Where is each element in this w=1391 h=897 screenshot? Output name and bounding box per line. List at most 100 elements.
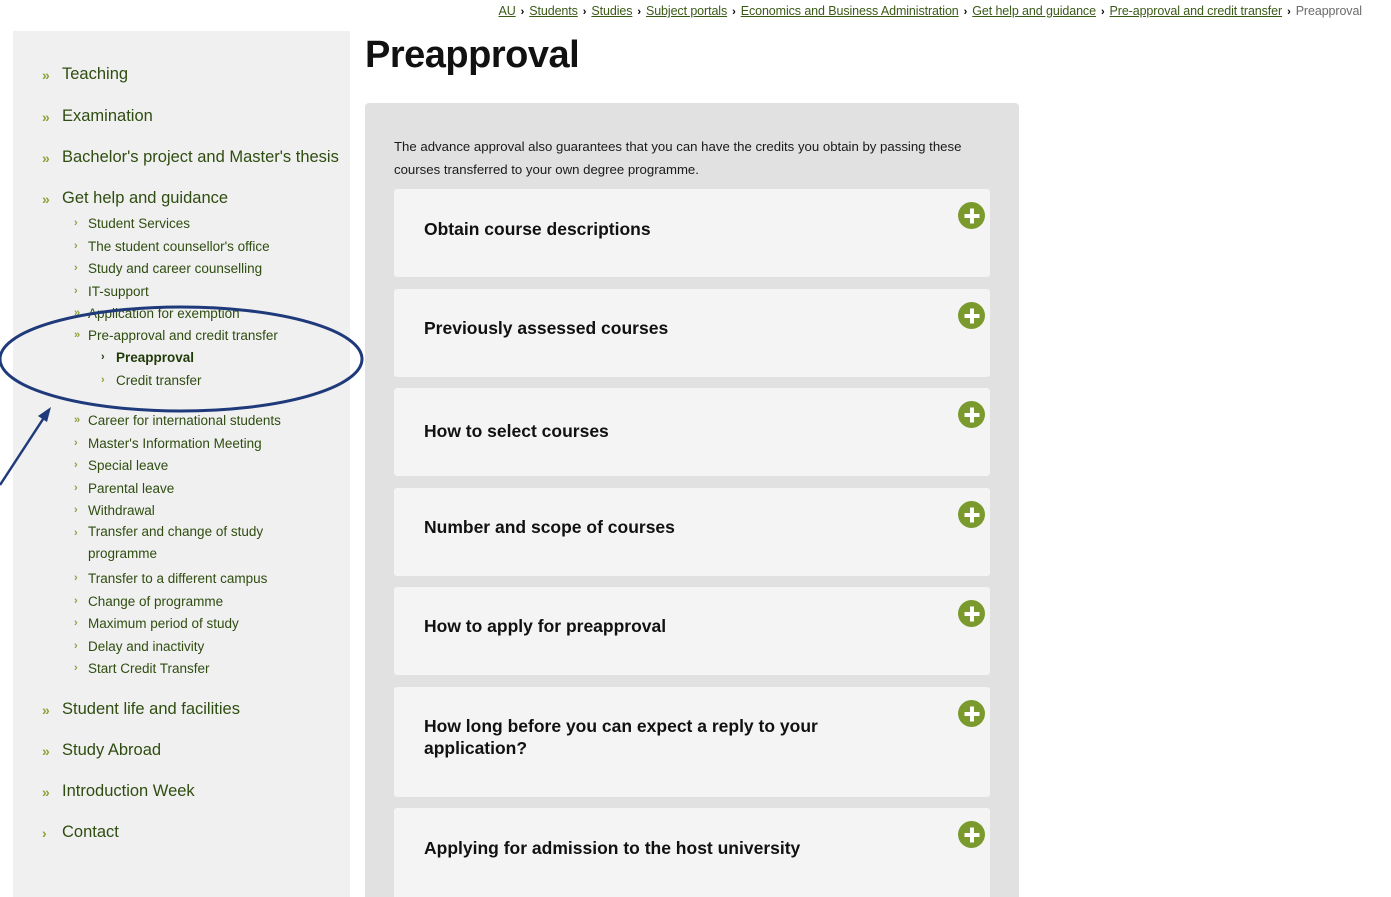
sidebar-item-label: Teaching — [62, 65, 129, 83]
sidebar-subitem-label: Parental leave — [88, 481, 175, 496]
accordion-title: How to select courses — [424, 421, 609, 441]
sidebar-subitem-transfer-change[interactable]: › Transfer and change of study programme — [74, 521, 288, 565]
sidebar-subitem-credit-transfer[interactable]: › Credit transfer — [101, 373, 202, 388]
sidebar-subitem-exemption[interactable]: » Application for exemption — [74, 306, 240, 321]
accordion-how-long-reply[interactable]: How long before you can expect a reply t… — [394, 687, 990, 797]
plus-circle-icon[interactable] — [958, 600, 985, 627]
sidebar-subitem-delay-inactivity[interactable]: › Delay and inactivity — [74, 639, 204, 654]
sidebar-subitem-maximum-period[interactable]: › Maximum period of study — [74, 616, 239, 631]
plus-circle-icon[interactable] — [958, 401, 985, 428]
sidebar-subitem-label: Study and career counselling — [88, 261, 263, 276]
accordion-previously-assessed[interactable]: Previously assessed courses — [394, 289, 990, 377]
sidebar-subitem-withdrawal[interactable]: › Withdrawal — [74, 503, 155, 518]
sidebar-item-examination[interactable]: » Examination — [42, 107, 153, 126]
sidebar-subitem-label: Application for exemption — [88, 306, 240, 321]
chevron-right-icon: › — [74, 640, 78, 652]
sidebar-item-label: Examination — [62, 107, 153, 125]
double-chevron-icon: » — [42, 149, 50, 166]
double-chevron-icon: » — [74, 329, 81, 341]
chevron-right-icon: › — [74, 617, 78, 629]
sidebar-item-introduction-week[interactable]: » Introduction Week — [42, 782, 195, 801]
sidebar-subitem-it-support[interactable]: › IT-support — [74, 284, 149, 299]
chevron-right-icon: › — [74, 572, 78, 584]
breadcrumb-link-subject-portals[interactable]: Subject portals — [646, 4, 727, 18]
accordion-applying-admission[interactable]: Applying for admission to the host unive… — [394, 808, 990, 897]
sidebar-subitem-label: Special leave — [88, 458, 169, 473]
sidebar-subitem-career-international[interactable]: » Career for international students — [74, 413, 281, 428]
accordion-title: How long before you can expect a reply t… — [424, 716, 818, 758]
chevron-right-icon: › — [74, 285, 78, 297]
accordion-title: Applying for admission to the host unive… — [424, 838, 801, 858]
sidebar-subitem-start-credit-transfer[interactable]: › Start Credit Transfer — [74, 661, 210, 676]
chevron-right-icon: › — [74, 504, 78, 516]
accordion-number-scope[interactable]: Number and scope of courses — [394, 488, 990, 576]
sidebar-subitem-label: Delay and inactivity — [88, 639, 205, 654]
sidebar-item-contact[interactable]: › Contact — [42, 823, 119, 842]
plus-circle-icon[interactable] — [958, 501, 985, 528]
sidebar-item-label: Study Abroad — [62, 741, 162, 759]
double-chevron-icon: » — [74, 307, 81, 319]
breadcrumb-current: Preapproval — [1295, 4, 1362, 18]
plus-circle-icon[interactable] — [958, 302, 985, 329]
sidebar-subitem-counsellor[interactable]: › The student counsellor's office — [74, 239, 270, 254]
sidebar-subitem-parental-leave[interactable]: › Parental leave — [74, 481, 174, 496]
sidebar-subitem-change-programme[interactable]: › Change of programme — [74, 594, 223, 609]
sidebar-item-teaching[interactable]: » Teaching — [42, 65, 128, 84]
breadcrumb-link-students[interactable]: Students — [529, 4, 578, 18]
breadcrumb-link-au[interactable]: AU — [499, 4, 516, 18]
intro-text: The advance approval also guarantees tha… — [394, 139, 962, 177]
accordion-title: Previously assessed courses — [424, 318, 669, 338]
sidebar-subitem-preapproval-credit[interactable]: » Pre-approval and credit transfer — [74, 328, 278, 343]
sidebar-subitem-career-counselling[interactable]: › Study and career counselling — [74, 261, 262, 276]
sidebar-subitem-label: Transfer to a different campus — [88, 571, 268, 586]
sidebar-subitem-special-leave[interactable]: › Special leave — [74, 458, 168, 473]
accordion-title: Obtain course descriptions — [424, 219, 651, 239]
chevron-right-icon: › — [74, 595, 78, 607]
chevron-right-icon: › — [42, 824, 47, 841]
chevron-right-icon: › — [74, 459, 78, 471]
breadcrumb-separator-icon: › — [963, 6, 968, 18]
chevron-right-icon: › — [74, 262, 78, 274]
breadcrumb-separator-icon: › — [520, 6, 525, 18]
breadcrumb-link-economics[interactable]: Economics and Business Administration — [741, 4, 959, 18]
sidebar-subitem-label: Master's Information Meeting — [88, 436, 262, 451]
chevron-right-icon: › — [74, 437, 78, 449]
breadcrumb-link-studies[interactable]: Studies — [591, 4, 632, 18]
double-chevron-icon: » — [42, 701, 50, 718]
sidebar-subitem-masters-meeting[interactable]: › Master's Information Meeting — [74, 436, 262, 451]
sidebar-subitem-student-services[interactable]: › Student Services — [74, 216, 190, 231]
sidebar-subitem-label: Career for international students — [88, 413, 281, 428]
sidebar-subitem-label: Change of programme — [88, 594, 224, 609]
plus-circle-icon[interactable] — [958, 821, 985, 848]
sidebar-subitem-label: Preapproval — [116, 350, 195, 365]
accordion-how-to-select[interactable]: How to select courses — [394, 388, 990, 476]
sidebar-subitem-label: IT-support — [88, 284, 149, 299]
accordion-how-to-apply[interactable]: How to apply for preapproval — [394, 587, 990, 675]
sidebar-nav: » Teaching » Examination » Bachelor's proje… — [13, 31, 350, 897]
double-chevron-icon: » — [42, 783, 50, 800]
sidebar-subitem-preapproval[interactable]: › Preapproval — [101, 350, 194, 365]
double-chevron-icon: » — [42, 108, 50, 125]
sidebar-subitem-label: Credit transfer — [116, 373, 202, 388]
sidebar-item-get-help[interactable]: » Get help and guidance — [42, 189, 228, 208]
chevron-right-icon: › — [101, 374, 105, 386]
sidebar-item-bachelor-project[interactable]: » Bachelor's project and Master's thesis — [42, 148, 339, 167]
sidebar-subitem-label: Maximum period of study — [88, 616, 239, 631]
page-title: Preapproval — [365, 34, 580, 76]
sidebar-item-student-life[interactable]: » Student life and facilities — [42, 700, 240, 719]
sidebar-subitem-label: The student counsellor's office — [88, 239, 270, 254]
plus-circle-icon[interactable] — [958, 700, 985, 727]
breadcrumb-link-preapproval-credit[interactable]: Pre-approval and credit transfer — [1110, 4, 1283, 18]
plus-circle-icon[interactable] — [958, 202, 985, 229]
double-chevron-icon: » — [42, 66, 50, 83]
sidebar-item-study-abroad[interactable]: » Study Abroad — [42, 741, 161, 760]
sidebar-item-label: Contact — [62, 823, 119, 841]
breadcrumb-link-get-help[interactable]: Get help and guidance — [972, 4, 1096, 18]
breadcrumb: AU › Students › Studies › Subject portals › Econ… — [499, 4, 1363, 18]
chevron-right-icon: › — [74, 482, 78, 494]
accordion-obtain-course-descriptions[interactable]: Obtain course descriptions — [394, 189, 990, 277]
sidebar-item-label: Get help and guidance — [62, 189, 229, 207]
sidebar-subitem-transfer-campus[interactable]: › Transfer to a different campus — [74, 571, 267, 586]
sidebar-subitem-label: Pre-approval and credit transfer — [88, 328, 278, 343]
accordion-title: Number and scope of courses — [424, 517, 675, 537]
